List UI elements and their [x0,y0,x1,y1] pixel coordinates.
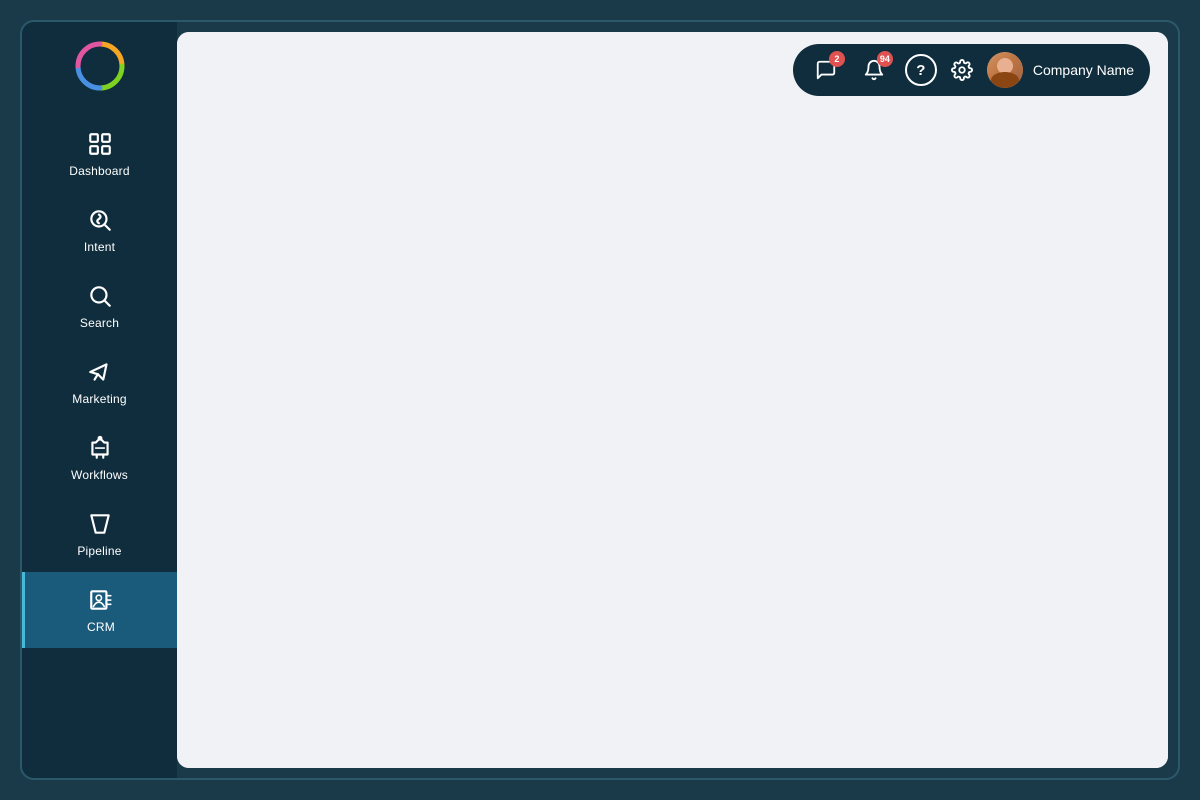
sidebar-navigation: Dashboard Intent [22,116,177,648]
page-body [177,108,1168,768]
sidebar-item-workflows[interactable]: Workflows [22,420,177,496]
pipeline-icon [86,510,114,538]
messages-badge: 2 [829,51,845,67]
workflows-label: Workflows [71,468,128,482]
app-shell: Dashboard Intent [20,20,1180,780]
search-label: Search [80,316,119,330]
notifications-badge: 94 [877,51,893,67]
pipeline-label: Pipeline [77,544,121,558]
dashboard-icon [86,130,114,158]
intent-label: Intent [84,240,115,254]
help-icon: ? [916,62,925,79]
sidebar-item-marketing[interactable]: Marketing [22,344,177,420]
marketing-icon [86,358,114,386]
marketing-label: Marketing [72,392,127,406]
sidebar: Dashboard Intent [22,22,177,778]
sidebar-item-search[interactable]: Search [22,268,177,344]
app-logo[interactable] [74,40,126,92]
company-name: Company Name [1033,62,1134,78]
settings-button[interactable] [951,59,973,81]
crm-label: CRM [87,620,115,634]
sidebar-item-dashboard[interactable]: Dashboard [22,116,177,192]
search-icon [86,282,114,310]
avatar-image [987,52,1023,88]
help-button[interactable]: ? [905,54,937,86]
sidebar-item-pipeline[interactable]: Pipeline [22,496,177,572]
sidebar-item-crm[interactable]: CRM [22,572,177,648]
messages-button[interactable]: 2 [809,53,843,87]
intent-icon [86,206,114,234]
gear-icon [951,59,973,81]
crm-icon [87,586,115,614]
avatar [987,52,1023,88]
company-menu[interactable]: Company Name [987,52,1134,88]
topbar: 2 94 ? [177,32,1168,108]
dashboard-label: Dashboard [69,164,130,178]
topbar-actions: 2 94 ? [793,44,1150,96]
workflows-icon [86,434,114,462]
sidebar-item-intent[interactable]: Intent [22,192,177,268]
main-content: 2 94 ? [177,32,1168,768]
notifications-button[interactable]: 94 [857,53,891,87]
